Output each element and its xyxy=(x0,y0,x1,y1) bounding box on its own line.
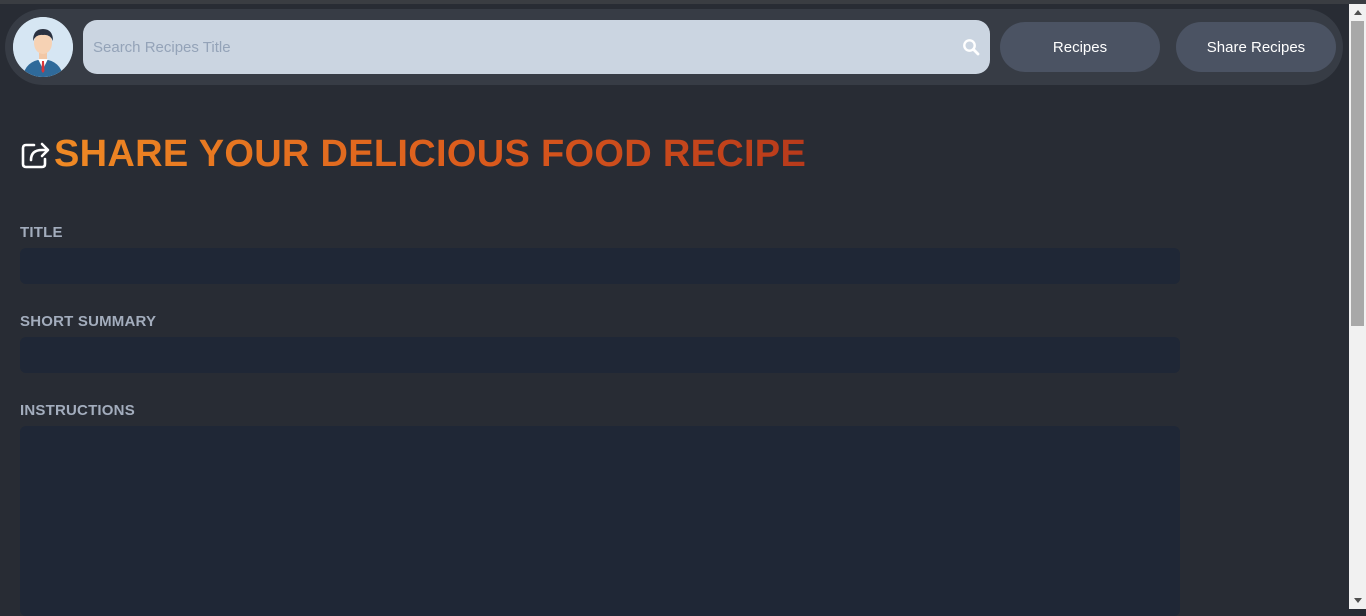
short-summary-label: SHORT SUMMARY xyxy=(20,313,157,330)
search-bar xyxy=(83,20,990,74)
scroll-down-arrow-icon[interactable] xyxy=(1349,592,1366,609)
recipes-button[interactable]: Recipes xyxy=(1000,22,1160,72)
navbar: Recipes Share Recipes xyxy=(5,9,1343,85)
vertical-scrollbar[interactable] xyxy=(1349,4,1366,609)
short-summary-input[interactable] xyxy=(20,337,1180,373)
page-title: SHARE YOUR DELICIOUS FOOD RECIPE xyxy=(54,132,807,175)
instructions-label: INSTRUCTIONS xyxy=(20,402,135,419)
share-icon xyxy=(20,138,52,170)
share-recipes-button[interactable]: Share Recipes xyxy=(1176,22,1336,72)
user-avatar-icon[interactable] xyxy=(13,17,73,77)
search-input[interactable] xyxy=(83,20,943,74)
scrollbar-thumb[interactable] xyxy=(1351,21,1364,326)
search-icon[interactable] xyxy=(962,38,980,56)
page-heading: SHARE YOUR DELICIOUS FOOD RECIPE xyxy=(20,132,806,176)
scroll-up-arrow-icon[interactable] xyxy=(1349,4,1366,21)
title-label: TITLE xyxy=(20,224,63,241)
instructions-textarea[interactable] xyxy=(20,426,1180,616)
page: Recipes Share Recipes SHARE YOUR DELICIO… xyxy=(0,4,1349,616)
title-input[interactable] xyxy=(20,248,1180,284)
